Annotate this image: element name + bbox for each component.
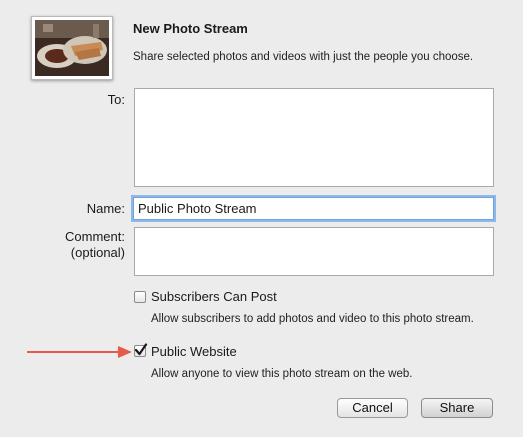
name-label: Name: — [86, 201, 125, 216]
pointer-arrow-icon — [27, 346, 132, 358]
comment-field[interactable] — [134, 227, 494, 276]
dialog-subtitle: Share selected photos and videos with ju… — [133, 51, 474, 63]
comment-label-line2: (optional) — [70, 245, 125, 260]
subscribers-can-post-description: Allow subscribers to add photos and vide… — [151, 313, 474, 325]
public-website-checkbox[interactable] — [134, 343, 148, 357]
to-field[interactable] — [134, 88, 494, 187]
cancel-button[interactable]: Cancel — [337, 398, 408, 418]
photo-thumbnail — [31, 16, 113, 80]
photo-image — [35, 20, 109, 76]
share-button[interactable]: Share — [421, 398, 493, 418]
comment-label-line1: Comment: — [65, 229, 125, 244]
subscribers-can-post-label[interactable]: Subscribers Can Post — [151, 289, 277, 304]
public-website-label[interactable]: Public Website — [151, 344, 237, 359]
dialog-title: New Photo Stream — [133, 21, 248, 36]
to-label: To: — [107, 92, 125, 107]
public-website-description: Allow anyone to view this photo stream o… — [151, 368, 413, 380]
checkmark-icon — [134, 343, 148, 356]
comment-label: Comment: (optional) — [10, 229, 125, 261]
name-field[interactable]: Public Photo Stream — [133, 197, 494, 220]
subscribers-can-post-checkbox[interactable] — [134, 291, 146, 303]
